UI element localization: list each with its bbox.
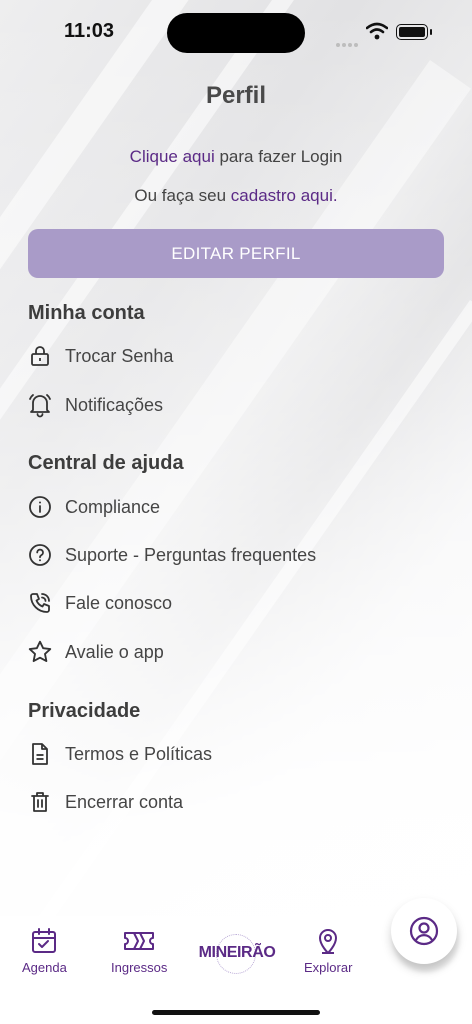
calendar-icon bbox=[32, 928, 57, 953]
logo-text: MINEIRÃO bbox=[198, 944, 276, 961]
bell-icon bbox=[26, 391, 54, 419]
info-icon bbox=[26, 493, 54, 521]
wifi-icon bbox=[366, 22, 388, 40]
mineirao-logo[interactable]: MINEIRÃO bbox=[196, 932, 278, 974]
menu-item-label: Notificações bbox=[65, 394, 164, 415]
trash-icon bbox=[26, 788, 54, 816]
section-title-privacy: Privacidade bbox=[28, 700, 141, 722]
menu-item-change-password[interactable]: Trocar Senha bbox=[26, 338, 173, 374]
ticket-icon bbox=[124, 932, 155, 950]
menu-item-contact[interactable]: Fale conosco bbox=[26, 585, 172, 621]
user-circle-icon bbox=[409, 916, 439, 946]
menu-item-rate-app[interactable]: Avalie o app bbox=[26, 634, 164, 670]
page-title: Perfil bbox=[205, 82, 267, 109]
menu-item-label: Encerrar conta bbox=[65, 791, 184, 812]
signal-icon bbox=[336, 34, 360, 52]
menu-item-label: Avalie o app bbox=[65, 641, 164, 662]
home-indicator bbox=[152, 1010, 320, 1015]
phone-icon bbox=[26, 589, 54, 617]
dynamic-island bbox=[167, 13, 305, 53]
register-link[interactable]: cadastro aqui. bbox=[231, 186, 338, 205]
register-line: Ou faça seu cadastro aqui. bbox=[0, 186, 472, 206]
login-link[interactable]: Clique aqui bbox=[130, 147, 215, 166]
tab-agenda[interactable]: Agenda bbox=[22, 926, 67, 975]
profile-tab-button[interactable] bbox=[391, 898, 457, 964]
battery-icon bbox=[396, 24, 432, 40]
tab-ingressos[interactable]: Ingressos bbox=[111, 926, 167, 975]
question-icon bbox=[26, 541, 54, 569]
menu-item-compliance[interactable]: Compliance bbox=[26, 489, 160, 525]
document-icon bbox=[26, 740, 54, 768]
map-pin-icon bbox=[319, 929, 338, 954]
lock-icon bbox=[26, 342, 54, 370]
menu-item-label: Fale conosco bbox=[65, 592, 173, 613]
star-icon bbox=[26, 638, 54, 666]
register-prefix: Ou faça seu bbox=[134, 186, 231, 205]
menu-item-label: Compliance bbox=[65, 496, 161, 517]
menu-item-terms[interactable]: Termos e Políticas bbox=[26, 736, 212, 772]
login-suffix: para fazer Login bbox=[214, 147, 343, 166]
status-bar: 11:03 bbox=[0, 0, 472, 60]
status-time: 11:03 bbox=[64, 20, 115, 42]
section-title-account: Minha conta bbox=[28, 302, 145, 324]
tab-label: Explorar bbox=[304, 960, 353, 975]
menu-item-label: Suporte - Perguntas frequentes bbox=[65, 544, 317, 565]
menu-item-close-account[interactable]: Encerrar conta bbox=[26, 784, 183, 820]
menu-item-notifications[interactable]: Notificações bbox=[26, 387, 163, 423]
tab-explorar[interactable]: Explorar bbox=[304, 926, 352, 975]
menu-item-label: Termos e Políticas bbox=[65, 743, 213, 764]
edit-profile-button[interactable]: EDITAR PERFIL bbox=[28, 229, 444, 278]
tab-label: Ingressos bbox=[111, 960, 168, 975]
login-line: Clique aqui para fazer Login bbox=[0, 147, 472, 167]
tab-label: Agenda bbox=[22, 960, 67, 975]
section-title-help: Central de ajuda bbox=[28, 452, 184, 474]
menu-item-label: Trocar Senha bbox=[65, 345, 174, 366]
menu-item-support-faq[interactable]: Suporte - Perguntas frequentes bbox=[26, 537, 316, 573]
